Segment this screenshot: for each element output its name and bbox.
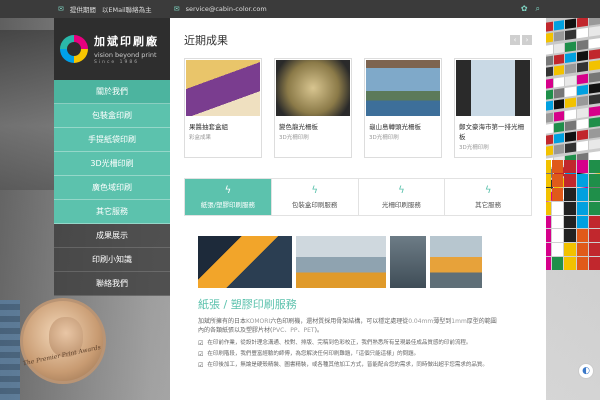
color-swatch-chart-lower: [540, 160, 600, 270]
product-category: 3D光柵印刷: [459, 145, 489, 151]
menu-item-wide-gamut[interactable]: 廣色域印刷: [54, 176, 170, 200]
list-item: ☑ 在印後加工，無論是硬殼精裝、圖書精裝，或各種其他加工方式，皆能配合您的需求，…: [198, 362, 488, 369]
background-machine: [0, 30, 60, 190]
award-medal: [20, 298, 106, 384]
service-photo: [430, 236, 482, 288]
envelope-icon: ✉: [58, 5, 64, 13]
product-name: 果醬抽套盒組: [189, 123, 228, 131]
topbar-text-a: 提供期間: [69, 6, 96, 14]
product-name: 鄭文豪海市第一排光柵板: [459, 123, 524, 141]
carousel-next-button[interactable]: ›: [522, 35, 532, 45]
logo-mark-icon: [60, 35, 88, 63]
wechat-icon[interactable]: ✿: [521, 4, 528, 14]
bolt-icon: ϟ: [224, 185, 232, 196]
topbar-text-b: 以EMail聯絡為主: [101, 6, 152, 14]
product-card[interactable]: 鄭文豪海市第一排光柵板 3D光柵印刷: [454, 58, 532, 158]
tab-box-printing[interactable]: ϟ 包裝盒印刷服務: [271, 179, 359, 215]
product-card[interactable]: 果醬抽套盒組 彩盒成果: [184, 58, 262, 158]
logo[interactable]: 加斌印刷廠 vision beyond print Since 1986: [54, 18, 170, 80]
bolt-icon: ϟ: [484, 185, 492, 196]
product-image: [456, 60, 530, 116]
logo-since: Since 1986: [94, 60, 140, 65]
tab-paper-plastic[interactable]: ϟ 紙張/塑膠印刷服務: [185, 179, 272, 215]
product-name: 變色龍光柵板: [279, 123, 318, 131]
bolt-icon: ϟ: [398, 185, 405, 196]
product-category: 彩盒成果: [189, 135, 212, 141]
checkbox-icon: ☑: [198, 362, 204, 369]
service-bullets: ☑ 在印前作業，從設計理念溝通、校對、排版、完稿到色彩校正，我們熟悉所有呈現最佳…: [198, 339, 508, 370]
service-photo: [198, 236, 292, 288]
main-content: 近期成果 ‹ › 果醬抽套盒組 彩盒成果 變色龍光柵板 3D光柵印刷 龜山島轉頭…: [170, 18, 546, 400]
menu-item-bag-printing[interactable]: 手提紙袋印刷: [54, 128, 170, 152]
tab-label: 其它服務: [475, 201, 502, 209]
tab-label: 包裝盒印刷服務: [291, 201, 338, 209]
menu-item-portfolio[interactable]: 成果展示: [54, 224, 170, 248]
search-icon[interactable]: ⌕: [536, 4, 540, 14]
logo-subtitle: vision beyond print: [94, 51, 157, 59]
menu-item-box-printing[interactable]: 包裝盒印刷: [54, 104, 170, 128]
menu-item-3d-lenticular[interactable]: 3D光柵印刷: [54, 152, 170, 176]
menu-item-contact[interactable]: 聯絡我們: [54, 272, 170, 296]
carousel-prev-button[interactable]: ‹: [510, 35, 520, 45]
checkbox-icon: ☑: [198, 351, 204, 358]
product-image: [186, 60, 260, 116]
sidebar: 加斌印刷廠 vision beyond print Since 1986 關於我…: [54, 18, 170, 308]
tab-label: 紙張/塑膠印刷服務: [200, 201, 255, 209]
topbar-email-link[interactable]: service@cabin-color.com: [186, 5, 267, 13]
menu-item-knowledge[interactable]: 印刷小知識: [54, 248, 170, 272]
recent-title: 近期成果: [184, 34, 228, 47]
product-image: [276, 60, 350, 116]
tab-label: 光柵印刷服務: [381, 201, 421, 209]
chat-icon[interactable]: ◐: [578, 363, 594, 379]
service-description: 加斌所擁有的日本KOMORI六色印刷機，還材質採用骨架結構，可以穩定處理從0.0…: [198, 318, 497, 334]
background-gears: [0, 300, 20, 400]
service-photo: [390, 236, 426, 288]
checkbox-icon: ☑: [198, 340, 204, 347]
product-carousel: 果醬抽套盒組 彩盒成果 變色龍光柵板 3D光柵印刷 龜山島轉頭光柵板 3D光柵印…: [184, 58, 532, 158]
tab-other[interactable]: ϟ 其它服務: [445, 179, 531, 215]
product-category: 3D光柵印刷: [279, 135, 309, 141]
logo-title: 加斌印刷廠: [94, 35, 159, 48]
bolt-icon: ϟ: [311, 185, 318, 196]
list-item: ☑ 在印刷階段，我們豐富經驗的師傅，為您解決任何印刷難題，「這個只能這樣」的問題…: [198, 351, 420, 358]
service-photo: [296, 236, 386, 288]
product-category: 3D光柵印刷: [369, 135, 399, 141]
service-photos: [198, 236, 532, 288]
product-name: 龜山島轉頭光柵板: [369, 123, 421, 131]
product-card[interactable]: 變色龍光柵板 3D光柵印刷: [274, 58, 352, 158]
menu-item-about[interactable]: 關於我們: [54, 80, 170, 104]
product-card[interactable]: 龜山島轉頭光柵板 3D光柵印刷: [364, 58, 442, 158]
service-title: 紙張 / 塑膠印刷服務: [198, 298, 297, 311]
product-image: [366, 60, 440, 116]
service-tabs: ϟ 紙張/塑膠印刷服務 ϟ 包裝盒印刷服務 ϟ 光柵印刷服務 ϟ 其它服務: [184, 178, 532, 216]
email-icon: ✉: [173, 5, 180, 13]
menu-item-other-services[interactable]: 其它服務: [54, 200, 170, 224]
list-item: ☑ 在印前作業，從設計理念溝通、校對、排版、完稿到色彩校正，我們熟悉所有呈現最佳…: [198, 340, 472, 347]
top-bar: ✉ 提供期間 以EMail聯絡為主 ✉ service@cabin-color.…: [0, 0, 600, 18]
tab-lenticular[interactable]: ϟ 光柵印刷服務: [358, 179, 446, 215]
